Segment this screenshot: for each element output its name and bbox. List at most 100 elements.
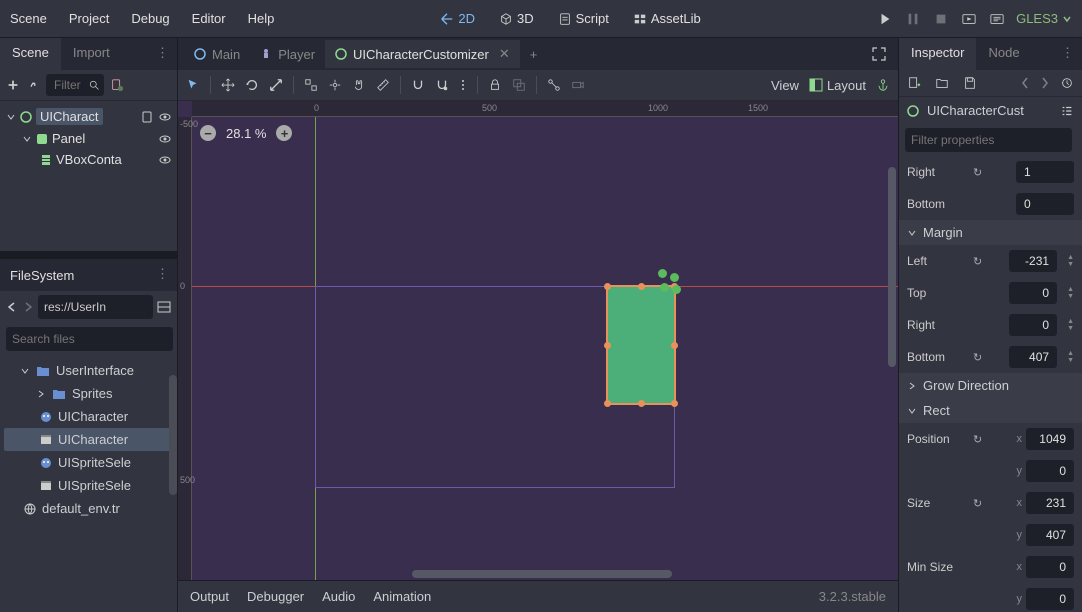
tree-node-vbox[interactable]: VBoxConta xyxy=(4,149,173,170)
expand-icon[interactable] xyxy=(36,389,46,399)
bottom-animation[interactable]: Animation xyxy=(373,589,431,604)
tree-node-panel[interactable]: Panel xyxy=(4,128,173,149)
section-margin[interactable]: Margin xyxy=(899,220,1082,245)
select-tool-icon[interactable] xyxy=(186,78,200,92)
close-tab-icon[interactable]: ✕ xyxy=(499,46,510,62)
object-properties-icon[interactable] xyxy=(1060,104,1074,118)
revert-icon[interactable]: ↻ xyxy=(973,433,982,446)
scene-tab-player[interactable]: Player xyxy=(250,41,325,68)
tab-import[interactable]: Import xyxy=(61,38,122,70)
visibility-icon[interactable] xyxy=(159,133,171,145)
bone-icon[interactable] xyxy=(547,78,561,92)
bottom-audio[interactable]: Audio xyxy=(322,589,355,604)
stop-icon[interactable] xyxy=(934,12,948,26)
scene-tab-main[interactable]: Main xyxy=(184,41,250,68)
prop-anchor-bottom[interactable]: Bottom 0 xyxy=(899,188,1082,220)
tab-inspector[interactable]: Inspector xyxy=(899,38,976,70)
menu-help[interactable]: Help xyxy=(248,11,275,26)
inspector-object-name[interactable]: UICharacterCust xyxy=(927,103,1024,118)
layout-menu[interactable]: Layout xyxy=(809,78,866,93)
list-select-icon[interactable] xyxy=(304,78,318,92)
tab-filesystem[interactable]: FileSystem xyxy=(0,259,84,291)
fs-folder[interactable]: Sprites xyxy=(4,382,173,405)
dock-options-icon[interactable]: ⋮ xyxy=(148,259,177,291)
pause-icon[interactable] xyxy=(906,12,920,26)
prop-margin-left[interactable]: Left ↻ -231 ▲▼ xyxy=(899,245,1082,277)
collapse-icon[interactable] xyxy=(20,366,30,376)
split-view-icon[interactable] xyxy=(157,300,171,314)
spinner-icon[interactable]: ▲▼ xyxy=(1067,350,1074,364)
camera-override-icon[interactable] xyxy=(571,78,585,92)
prop-margin-top[interactable]: Top 0 ▲▼ xyxy=(899,277,1082,309)
prop-rect-minsize[interactable]: Min Size x0 xyxy=(899,551,1082,583)
renderer-select[interactable]: GLES3 xyxy=(1016,11,1072,26)
play-scene-icon[interactable] xyxy=(962,12,976,26)
fs-file[interactable]: default_env.tr xyxy=(4,497,173,520)
pivot-tool-icon[interactable] xyxy=(328,78,342,92)
anchor-icon[interactable] xyxy=(876,78,890,92)
viewport-hscrollbar[interactable] xyxy=(412,570,672,578)
tree-node-root[interactable]: UICharact xyxy=(4,105,173,128)
collapse-icon[interactable] xyxy=(22,134,32,144)
prop-rect-position-y[interactable]: y0 xyxy=(899,455,1082,487)
mode-script-button[interactable]: Script xyxy=(552,7,615,30)
version-label[interactable]: 3.2.3.stable xyxy=(819,589,886,604)
zoom-in-button[interactable]: + xyxy=(276,125,292,141)
dock-options-icon[interactable]: ⋮ xyxy=(148,38,177,70)
viewport-vscrollbar[interactable] xyxy=(888,167,896,367)
dock-options-icon[interactable]: ⋮ xyxy=(1053,38,1082,70)
nav-forward-icon[interactable] xyxy=(22,301,34,313)
fs-file[interactable]: UISpriteSele xyxy=(4,451,173,474)
snap-toggle-icon[interactable] xyxy=(411,78,425,92)
attach-script-icon[interactable] xyxy=(110,78,124,92)
tab-scene[interactable]: Scene xyxy=(0,38,61,70)
fs-file[interactable]: UICharacter xyxy=(4,405,173,428)
prop-rect-size[interactable]: Size ↻ x231 xyxy=(899,487,1082,519)
instance-icon[interactable] xyxy=(26,78,40,92)
menu-scene[interactable]: Scene xyxy=(10,11,47,26)
zoom-out-button[interactable]: − xyxy=(200,125,216,141)
ruler-tool-icon[interactable] xyxy=(376,78,390,92)
fs-scrollbar[interactable] xyxy=(169,375,177,495)
pan-tool-icon[interactable] xyxy=(352,78,366,92)
fs-folder[interactable]: UserInterface xyxy=(4,359,173,382)
load-resource-icon[interactable] xyxy=(935,76,949,90)
scene-filter-input[interactable] xyxy=(50,74,88,96)
revert-icon[interactable]: ↻ xyxy=(973,255,982,268)
mode-assetlib-button[interactable]: AssetLib xyxy=(627,7,707,30)
history-icon[interactable] xyxy=(1060,76,1074,90)
section-grow-direction[interactable]: Grow Direction xyxy=(899,373,1082,398)
prop-margin-bottom[interactable]: Bottom ↻ 407 ▲▼ xyxy=(899,341,1082,373)
prop-rect-position[interactable]: Position ↻ x1049 xyxy=(899,423,1082,455)
revert-icon[interactable]: ↻ xyxy=(973,497,982,510)
rotate-tool-icon[interactable] xyxy=(245,78,259,92)
menu-editor[interactable]: Editor xyxy=(192,11,226,26)
zoom-level[interactable]: 28.1 % xyxy=(226,126,266,141)
script-attached-icon[interactable] xyxy=(141,111,153,123)
inspector-filter-input[interactable] xyxy=(905,128,1072,152)
group-icon[interactable] xyxy=(512,78,526,92)
new-resource-icon[interactable] xyxy=(907,76,921,90)
distraction-free-icon[interactable] xyxy=(866,41,892,67)
fs-file[interactable]: UICharacter xyxy=(4,428,173,451)
lock-icon[interactable] xyxy=(488,78,502,92)
snap-config-icon[interactable] xyxy=(435,78,449,92)
snap-options-icon[interactable] xyxy=(459,78,467,92)
fs-path[interactable]: res://UserIn xyxy=(38,295,153,319)
revert-icon[interactable]: ↻ xyxy=(973,166,982,179)
play-icon[interactable] xyxy=(878,12,892,26)
viewport-2d[interactable]: 0 500 1000 1500 -500 0 500 − 28.1 % + xyxy=(178,101,898,580)
prop-rect-minsize-y[interactable]: y0 xyxy=(899,583,1082,612)
fs-file[interactable]: UISpriteSele xyxy=(4,474,173,497)
spinner-icon[interactable]: ▲▼ xyxy=(1067,318,1074,332)
view-menu[interactable]: View xyxy=(771,78,799,93)
search-icon[interactable] xyxy=(88,79,100,91)
section-rect[interactable]: Rect xyxy=(899,398,1082,423)
history-back-icon[interactable] xyxy=(1020,76,1030,90)
prop-margin-right[interactable]: Right 0 ▲▼ xyxy=(899,309,1082,341)
new-tab-icon[interactable]: + xyxy=(520,41,548,68)
prop-rect-size-y[interactable]: y407 xyxy=(899,519,1082,551)
add-node-icon[interactable] xyxy=(6,78,20,92)
save-resource-icon[interactable] xyxy=(963,76,977,90)
selected-panel-rect[interactable] xyxy=(606,285,676,405)
